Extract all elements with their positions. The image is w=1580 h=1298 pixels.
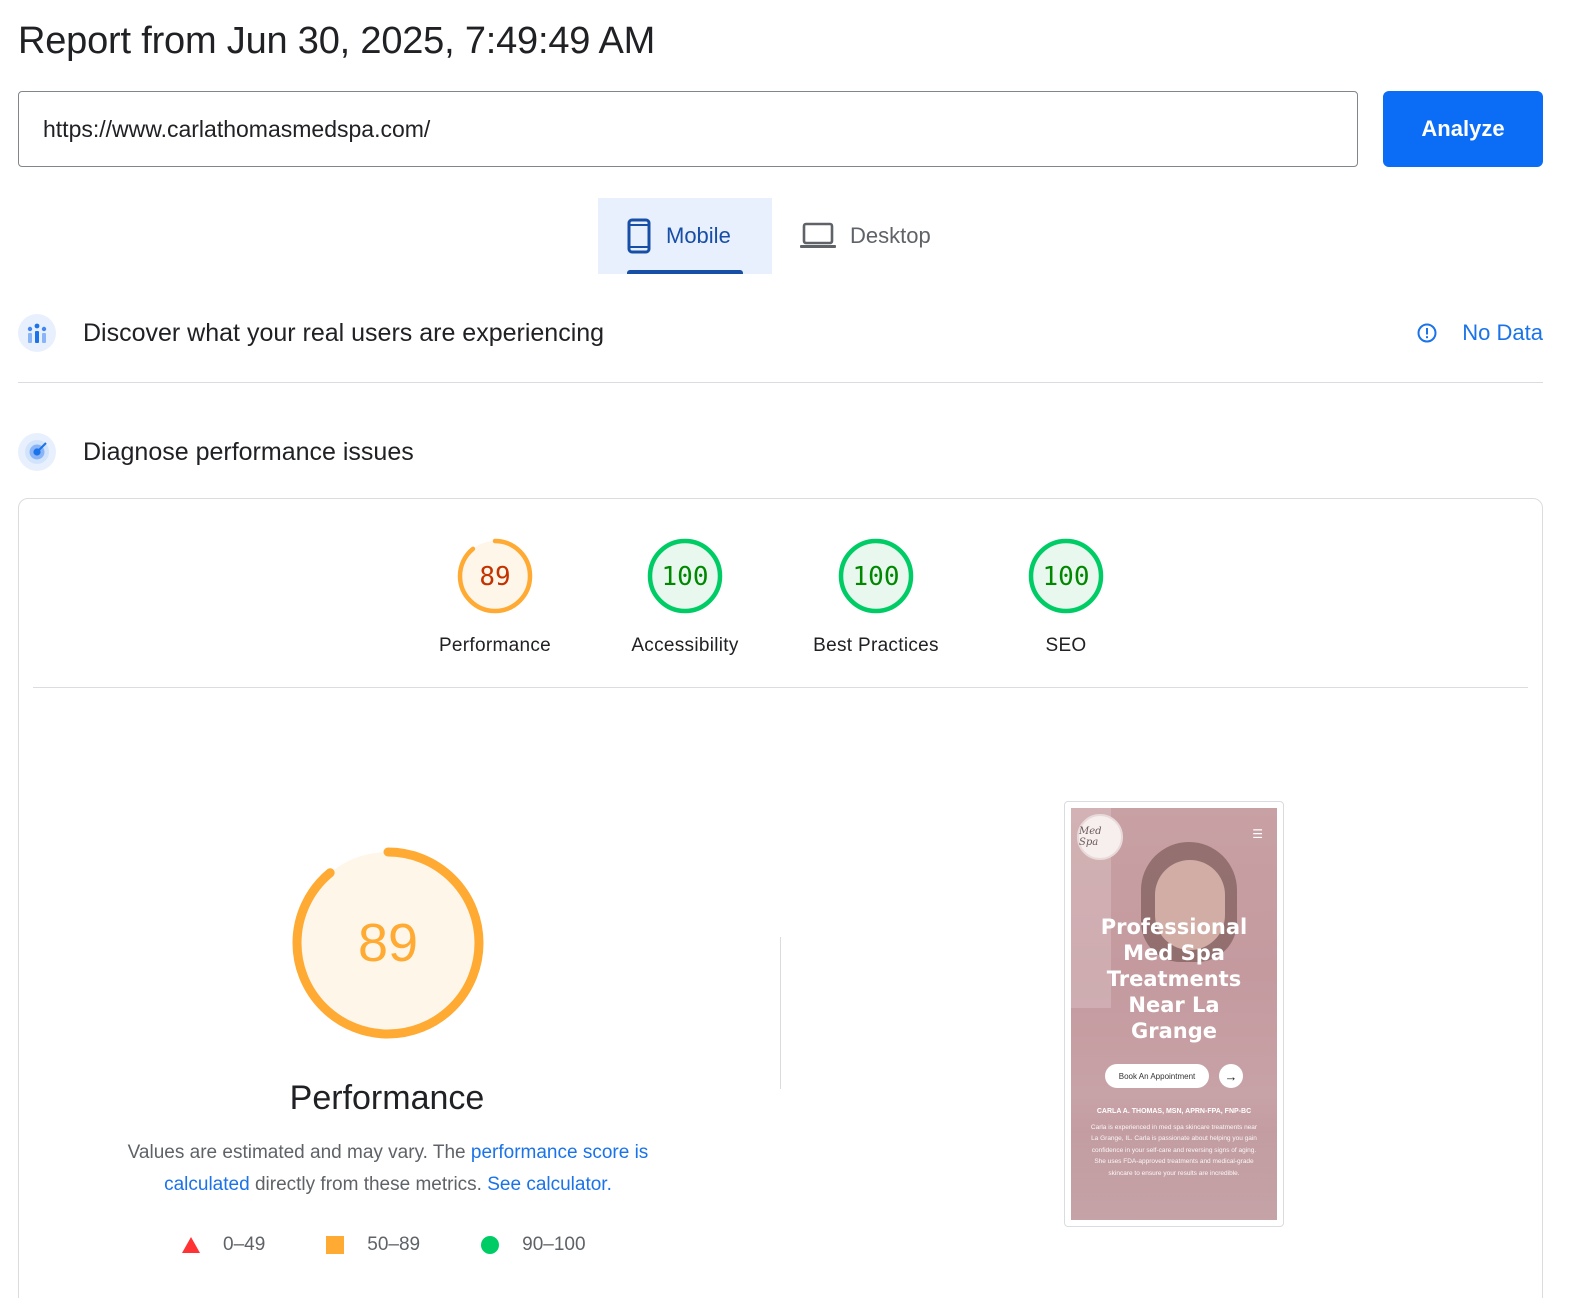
smartphone-icon bbox=[626, 218, 652, 254]
tab-mobile[interactable]: Mobile bbox=[598, 198, 772, 274]
gauge-accessibility-ring: 100 bbox=[647, 538, 723, 614]
info-icon bbox=[1417, 323, 1437, 343]
gauge-seo-value: 100 bbox=[1043, 562, 1090, 592]
analyze-button[interactable]: Analyze bbox=[1383, 91, 1543, 167]
legend-average: 50–89 bbox=[325, 1234, 420, 1256]
triangle-icon bbox=[182, 1237, 200, 1253]
users-chart-icon bbox=[18, 314, 56, 352]
arrow-right-icon: → bbox=[1219, 1064, 1243, 1088]
section-divider bbox=[18, 382, 1543, 383]
circle-icon bbox=[481, 1236, 500, 1254]
gauge-performance-ring: 89 bbox=[457, 538, 533, 614]
target-icon bbox=[18, 433, 56, 471]
gauge-performance-label: Performance bbox=[438, 635, 552, 656]
perf-desc-middle: directly from these metrics. bbox=[249, 1174, 488, 1195]
screenshot-caption: CARLA A. THOMAS, MSN, APRN-FPA, FNP-BC bbox=[1096, 1108, 1252, 1115]
gauge-best-practices[interactable]: 100 Best Practices bbox=[791, 537, 961, 657]
site-logo: Med Spa bbox=[1077, 814, 1123, 860]
gauge-best-practices-label: Best Practices bbox=[813, 635, 939, 656]
gauge-seo-label: SEO bbox=[1045, 635, 1087, 656]
screenshot-image: Med Spa ☰ Professional Med Spa Treatment… bbox=[1071, 808, 1277, 1220]
performance-description: Values are estimated and may vary. The p… bbox=[101, 1137, 675, 1201]
performance-title: Performance bbox=[289, 1079, 485, 1117]
no-data-link[interactable]: No Data bbox=[1416, 320, 1543, 346]
lab-data-title: Diagnose performance issues bbox=[83, 437, 414, 466]
page-title: Report from Jun 30, 2025, 7:49:49 AM bbox=[18, 20, 656, 62]
legend-fail-label: 0–49 bbox=[223, 1234, 266, 1255]
gauge-performance[interactable]: 89 Performance bbox=[410, 537, 580, 657]
square-icon bbox=[326, 1236, 345, 1254]
gauge-accessibility-value: 100 bbox=[662, 562, 709, 592]
gauge-best-practices-ring: 100 bbox=[838, 538, 914, 614]
screenshot-book-button: Book An Appointment bbox=[1105, 1064, 1209, 1088]
gauge-seo-ring: 100 bbox=[1028, 538, 1104, 614]
vertical-divider bbox=[780, 937, 781, 1089]
tab-mobile-label: Mobile bbox=[666, 223, 731, 248]
legend-average-label: 50–89 bbox=[367, 1234, 421, 1255]
tab-desktop[interactable]: Desktop bbox=[772, 198, 959, 274]
tab-desktop-label: Desktop bbox=[850, 223, 931, 248]
legend-pass: 90–100 bbox=[480, 1234, 586, 1256]
final-screenshot[interactable]: Med Spa ☰ Professional Med Spa Treatment… bbox=[1064, 801, 1284, 1227]
no-data-label: No Data bbox=[1462, 320, 1543, 345]
score-gauges: 89 Performance 100 Accessibility 100 Bes… bbox=[19, 537, 1542, 667]
gauge-seo[interactable]: 100 SEO bbox=[981, 537, 1151, 657]
menu-icon: ☰ bbox=[1252, 827, 1263, 841]
gauge-best-practices-value: 100 bbox=[853, 562, 900, 592]
gauge-accessibility[interactable]: 100 Accessibility bbox=[600, 537, 770, 657]
url-input[interactable] bbox=[18, 91, 1358, 167]
legend-fail: 0–49 bbox=[181, 1234, 265, 1256]
performance-big-score: 89 bbox=[358, 913, 418, 973]
field-data-section: Discover what your real users are experi… bbox=[18, 314, 1543, 352]
screenshot-body: Carla is experienced in med spa skincare… bbox=[1090, 1124, 1258, 1177]
gauge-accessibility-label: Accessibility bbox=[631, 635, 739, 656]
screenshot-heading: Professional Med Spa Treatments Near La … bbox=[1100, 915, 1248, 1043]
card-divider bbox=[33, 687, 1528, 688]
legend-pass-label: 90–100 bbox=[522, 1234, 586, 1255]
lab-data-section: Diagnose performance issues bbox=[18, 433, 1543, 471]
laptop-icon bbox=[800, 222, 836, 250]
field-data-title: Discover what your real users are experi… bbox=[83, 318, 605, 347]
gauge-performance-value: 89 bbox=[479, 562, 510, 592]
score-legend: 0–49 50–89 90–100 bbox=[181, 1234, 646, 1256]
lab-results-card: 89 Performance 100 Accessibility 100 Bes… bbox=[18, 498, 1543, 1298]
calculator-link[interactable]: See calculator. bbox=[487, 1174, 612, 1195]
performance-big-gauge: 89 bbox=[292, 847, 484, 1039]
device-tabs: Mobile Desktop bbox=[598, 198, 959, 274]
perf-desc-prefix: Values are estimated and may vary. The bbox=[127, 1142, 471, 1163]
